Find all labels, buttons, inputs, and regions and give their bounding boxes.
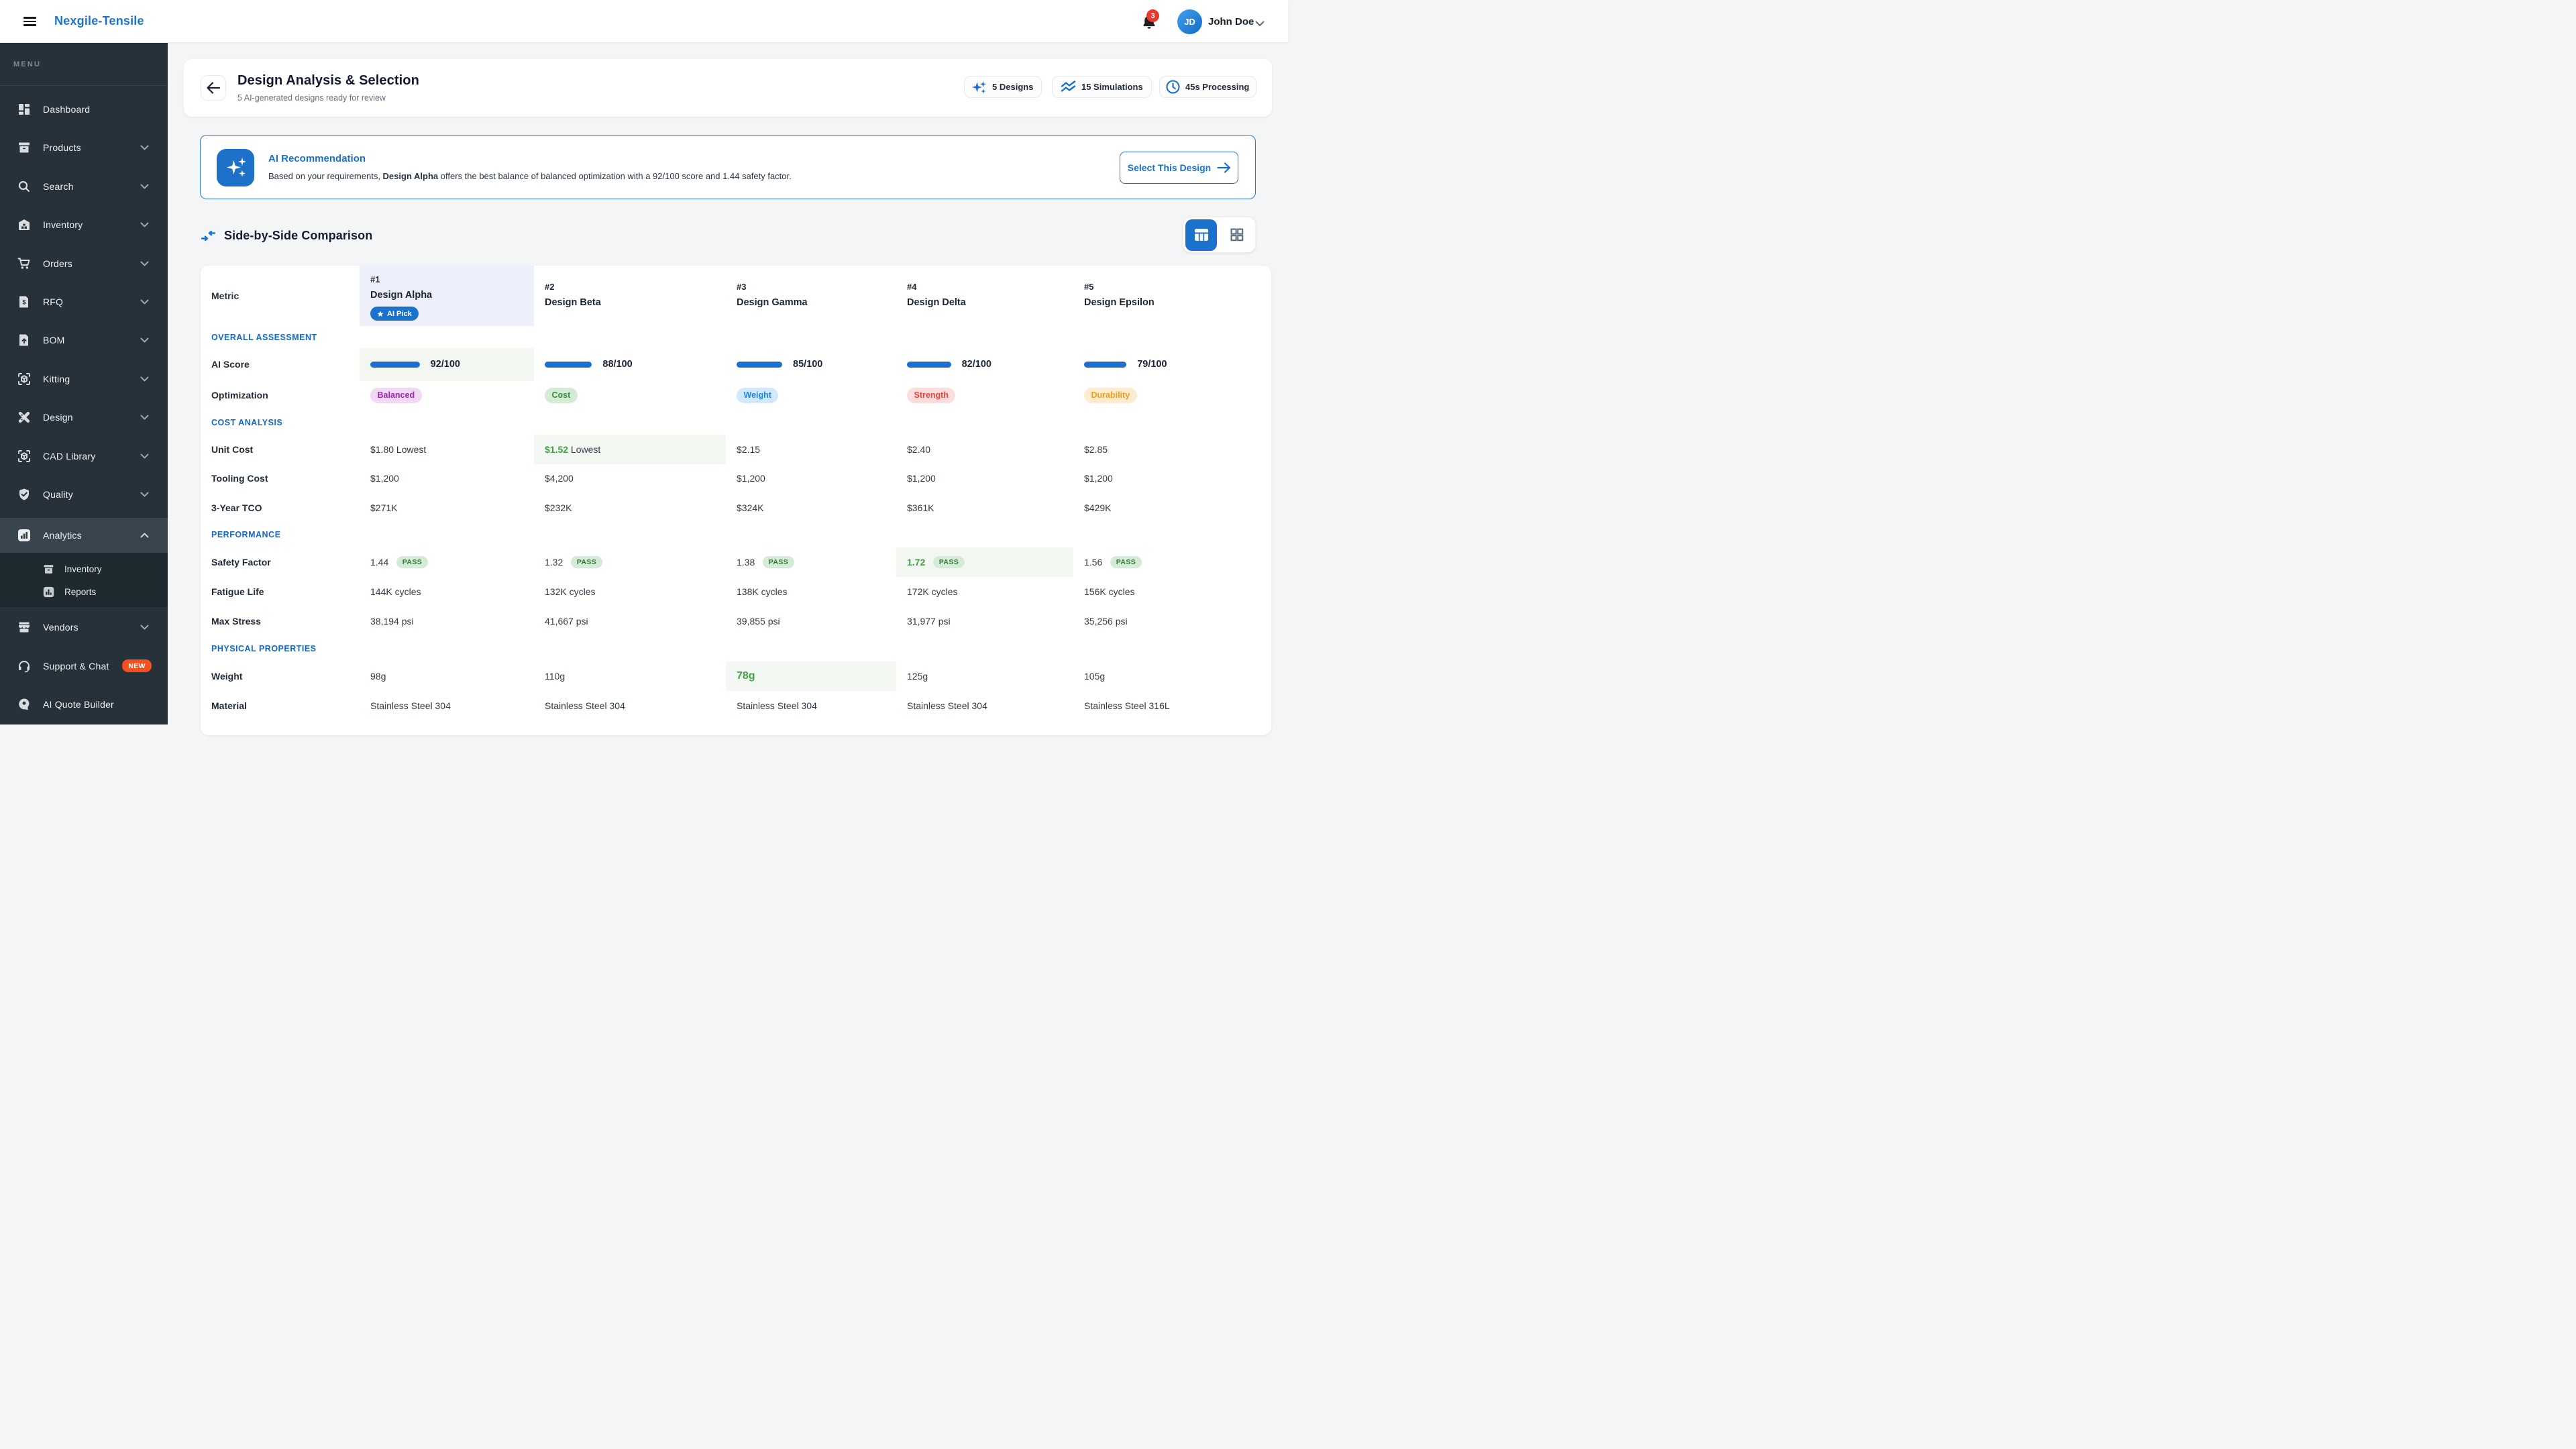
svg-text:$: $ — [22, 299, 25, 306]
